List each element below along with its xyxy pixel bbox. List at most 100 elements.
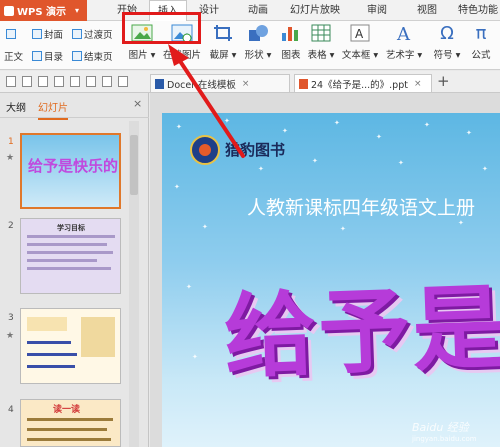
animation-star-icon: ★: [6, 331, 15, 341]
tab-design[interactable]: 设计: [199, 0, 219, 21]
tab-ppt-document[interactable]: 24《给予是...的》.ppt ×: [294, 74, 432, 92]
ppt-file-icon: [299, 79, 308, 89]
tab-review[interactable]: 审阅: [367, 0, 387, 21]
slide-thumbnail-3[interactable]: [20, 308, 121, 384]
slide-title: 给予是快乐的: [222, 263, 500, 391]
shapes-label: 形状 ▾: [244, 50, 272, 61]
formula-button[interactable]: π 公式: [466, 23, 496, 69]
textbox-label: 文本框 ▾: [341, 50, 379, 61]
slide-number: 2: [8, 221, 14, 231]
end-page-icon: [72, 51, 82, 61]
omega-icon: Ω: [440, 23, 454, 44]
new-slide-icon: [6, 29, 16, 39]
thumb-title: 给予是快乐的: [28, 157, 119, 175]
screenshot-icon: [214, 25, 232, 41]
svg-text:A: A: [396, 24, 411, 43]
watermark-line2: jingyan.baidu.com: [412, 435, 477, 443]
body-page-button[interactable]: 正文: [4, 49, 23, 63]
table-button[interactable]: 表格 ▾: [304, 23, 338, 69]
online-picture-label: 在线图片: [162, 50, 201, 61]
close-icon[interactable]: ×: [133, 97, 142, 110]
watermark: Baidu 经验 jingyan.baidu.com: [412, 419, 477, 443]
slides-panel: 大纲 幻灯片 × 1 ★ 给予是快乐的 2 学习目标 3 ★ 4 读一读: [0, 93, 149, 447]
chart-button[interactable]: 图表: [274, 23, 308, 69]
slide-number: 4: [8, 405, 14, 415]
cover-button[interactable]: 封面: [32, 27, 63, 41]
chart-icon: [282, 27, 298, 41]
slide-subtitle: 人教新课标四年级语文上册: [247, 197, 476, 219]
tab-docer-label: Docer-在线模板: [167, 79, 236, 91]
cover-label: 封面: [44, 30, 64, 41]
scrollbar-thumb[interactable]: [130, 135, 138, 195]
pi-icon: π: [475, 23, 487, 44]
chart-label: 图表: [281, 50, 301, 61]
tab-docer-templates[interactable]: Docer-在线模板 ×: [150, 74, 290, 92]
leopard-logo-icon: [190, 135, 220, 165]
svg-text:A: A: [355, 27, 364, 41]
slide-thumbnail-1[interactable]: 给予是快乐的: [20, 133, 121, 209]
slide-canvas: ✦ ✦ ✦ ✦ ✦ ✦ ✦ ✦ ✦ ✦ ✦ ✦ ✦ ✦ ✦ ✦ ✦ ✦ 猎豹图书 人教新课标四年级语文上…: [150, 93, 500, 447]
slide-number: 3: [8, 313, 14, 323]
tab-outline[interactable]: 大纲: [6, 99, 26, 114]
print-icon[interactable]: [54, 76, 64, 87]
slide-thumbnail-2[interactable]: 学习目标: [20, 218, 121, 294]
textbox-icon: A: [350, 24, 370, 42]
tab-view[interactable]: 视图: [417, 0, 437, 21]
thumb-title: 学习目标: [57, 224, 85, 232]
panel-tabs: 大纲 幻灯片 ×: [0, 93, 149, 120]
open-folder-icon[interactable]: [22, 76, 32, 87]
transition-page-button[interactable]: 过渡页: [72, 27, 113, 41]
table-icon: [311, 24, 331, 42]
document-tabs-bar: Docer-在线模板 × 24《给予是...的》.ppt ×: [0, 71, 500, 93]
tab-slides[interactable]: 幻灯片: [38, 99, 68, 120]
current-slide[interactable]: ✦ ✦ ✦ ✦ ✦ ✦ ✦ ✦ ✦ ✦ ✦ ✦ ✦ ✦ ✦ ✦ ✦ ✦ 猎豹图书 人教新课标四年级语文上…: [162, 113, 500, 447]
screenshot-button[interactable]: 截屏 ▾: [206, 23, 240, 69]
watermark-line1: Baidu 经验: [412, 421, 469, 434]
ribbon: 封面 过渡页 正文 目录 结束页 图片 ▾ 在线图片 截屏 ▾ 形状 ▾ 图表 …: [0, 21, 500, 70]
screenshot-label: 截屏 ▾: [209, 50, 237, 61]
symbol-label: 符号 ▾: [433, 50, 461, 61]
tab-animation[interactable]: 动画: [248, 0, 268, 21]
slide-thumbnail-4[interactable]: 读一读: [20, 399, 121, 447]
shapes-button[interactable]: 形状 ▾: [241, 23, 275, 69]
wps-logo-icon: [4, 5, 14, 16]
picture-label: 图片 ▾: [128, 50, 156, 61]
symbol-button[interactable]: Ω 符号 ▾: [432, 23, 462, 69]
end-page-button[interactable]: 结束页: [72, 49, 113, 63]
tab-ppt-label: 24《给予是...的》.ppt: [311, 79, 408, 91]
toc-label: 目录: [44, 52, 64, 63]
close-icon[interactable]: ×: [242, 79, 250, 89]
new-tab-plus-icon[interactable]: +: [437, 72, 450, 90]
annotation-highlight-box: [122, 12, 201, 44]
animation-star-icon: ★: [6, 153, 15, 163]
toc-button[interactable]: 目录: [32, 49, 63, 63]
cut-icon[interactable]: [86, 76, 96, 87]
tab-slideshow[interactable]: 幻灯片放映: [290, 0, 340, 21]
chevron-down-icon: ▾: [75, 6, 80, 15]
transition-page-label: 过渡页: [84, 30, 113, 41]
end-page-label: 结束页: [84, 52, 113, 63]
table-label: 表格 ▾: [307, 50, 335, 61]
panel-scrollbar[interactable]: [129, 121, 139, 447]
brand-name: 猎豹图书: [225, 141, 286, 159]
textbox-button[interactable]: A 文本框 ▾: [340, 23, 380, 69]
app-menu-button[interactable]: WPS 演示 ▾: [0, 0, 87, 21]
thumb-title: 读一读: [53, 405, 81, 415]
print-preview-icon[interactable]: [70, 76, 80, 87]
new-slide-button[interactable]: [6, 27, 16, 41]
app-name: WPS 演示: [17, 7, 67, 18]
new-doc-icon[interactable]: [6, 76, 16, 87]
wordart-icon: A: [396, 24, 411, 43]
shapes-icon: [249, 25, 268, 41]
toc-icon: [32, 51, 42, 61]
save-icon[interactable]: [38, 76, 48, 87]
undo-icon[interactable]: [102, 76, 112, 87]
tab-special[interactable]: 特色功能: [458, 0, 498, 21]
wordart-button[interactable]: A 艺术字 ▾: [384, 23, 424, 69]
redo-icon[interactable]: [118, 76, 128, 87]
body-page-label: 正文: [4, 52, 24, 63]
close-icon[interactable]: ×: [414, 79, 422, 89]
formula-label: 公式: [471, 50, 491, 61]
transition-page-icon: [72, 29, 82, 39]
menu-bar: WPS 演示 ▾ 开始 插入 设计 动画 幻灯片放映 审阅 视图 特色功能: [0, 0, 500, 21]
